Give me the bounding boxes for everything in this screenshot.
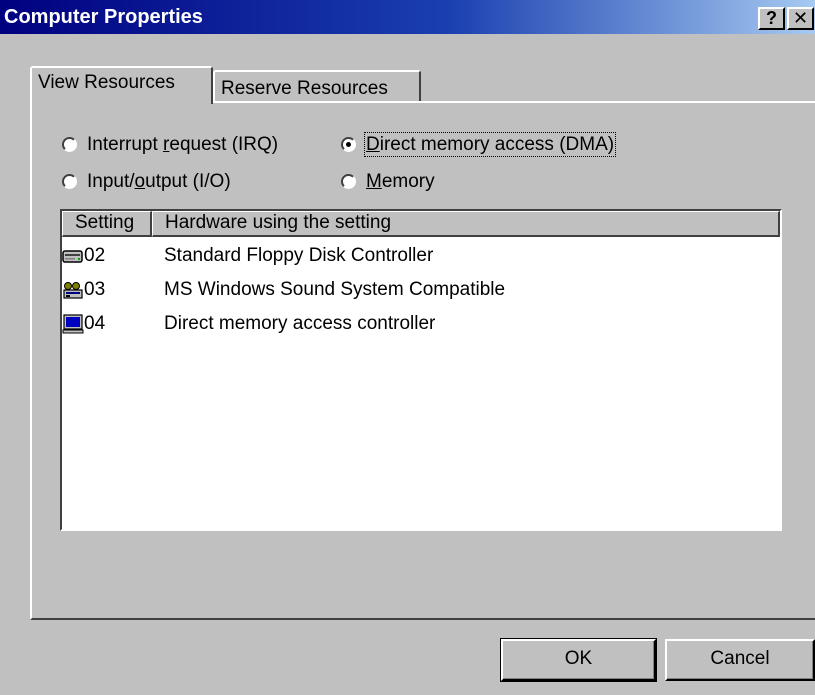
window-title: Computer Properties: [4, 6, 203, 28]
title-bar[interactable]: Computer Properties ? ✕: [0, 0, 815, 34]
close-button[interactable]: ✕: [787, 7, 814, 30]
tab-label: Reserve Resources: [221, 78, 388, 99]
help-button[interactable]: ?: [758, 7, 785, 30]
tab-view-resources[interactable]: View Resources: [30, 66, 213, 104]
tab-panel: [30, 101, 815, 620]
cancel-button[interactable]: Cancel: [665, 639, 815, 681]
close-icon: ✕: [792, 8, 809, 29]
ok-button[interactable]: OK: [500, 638, 657, 682]
help-icon: ?: [766, 8, 777, 28]
tab-label: View Resources: [38, 72, 175, 93]
tab-reserve-resources[interactable]: Reserve Resources: [213, 70, 421, 103]
